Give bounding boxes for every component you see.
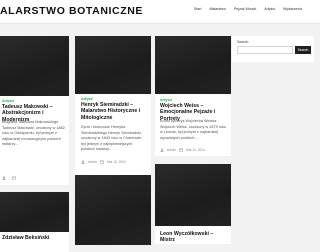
post-thumbnail[interactable] xyxy=(75,36,151,94)
site-title[interactable]: ALARSTWO BOTANICZNE xyxy=(0,5,143,17)
post-meta xyxy=(2,176,19,180)
post-thumbnail[interactable] xyxy=(75,175,151,245)
user-icon xyxy=(160,148,164,152)
site-header: ALARSTWO BOTANICZNE Start Malarstwo Pejz… xyxy=(0,0,320,24)
calendar-icon xyxy=(100,160,104,164)
main-nav: Start Malarstwo Pejzaż Morski Artyści Wy… xyxy=(194,7,302,11)
search-button[interactable]: Search xyxy=(295,46,311,54)
nav-item-start[interactable]: Start xyxy=(194,7,202,11)
post-title[interactable]: Zdzisław Beksiński xyxy=(2,235,66,241)
post-meta: Admin Mar 10, 2024 xyxy=(160,148,205,152)
user-icon xyxy=(81,160,85,164)
post-title[interactable]: Leon Wyczółkowski – Mistrz xyxy=(160,231,228,244)
post-excerpt: Biografia Tadeusza Makowskiego Tadeusz M… xyxy=(2,120,65,147)
nav-item-artysci[interactable]: Artyści xyxy=(264,7,275,11)
calendar-icon xyxy=(179,148,183,152)
search-label: Search xyxy=(237,40,249,44)
post-category[interactable]: Artyści xyxy=(81,97,93,101)
post-date: Mar 10, 2024 xyxy=(186,148,205,152)
user-icon xyxy=(2,176,6,180)
post-author[interactable]: Admin xyxy=(88,160,97,164)
post-card xyxy=(75,175,151,245)
search-input[interactable] xyxy=(237,46,293,54)
post-category[interactable]: Artyści xyxy=(160,98,172,102)
post-card: Zdzisław Beksiński xyxy=(0,192,69,252)
post-date: Mar 10, 2024 xyxy=(107,160,126,164)
post-card: Leon Wyczółkowski – Mistrz xyxy=(155,164,231,244)
sidebar-search-widget: Search Search xyxy=(232,36,314,62)
post-card: Artyści Wojciech Weiss – Emocjonalne Pej… xyxy=(155,36,231,156)
post-meta: Admin Mar 10, 2024 xyxy=(81,160,126,164)
post-title[interactable]: Henryk Siemiradzki – Malarstwo Historycz… xyxy=(81,102,147,121)
post-thumbnail[interactable] xyxy=(155,36,231,94)
post-card: Artyści Tadeusz Makowski – Abstrakcjoniz… xyxy=(0,36,69,185)
post-author[interactable]: Admin xyxy=(167,148,176,152)
post-excerpt: Życie i twórczość Henryka Siemiradzkiego… xyxy=(81,125,143,152)
post-excerpt: Krótki życiorys Wojciecha Weissa Wojciec… xyxy=(160,119,227,140)
nav-item-wydarzenia[interactable]: Wydarzenia xyxy=(283,7,302,11)
post-category[interactable]: Artyści xyxy=(2,99,14,103)
calendar-icon xyxy=(12,176,16,180)
nav-item-pejzaz-morski[interactable]: Pejzaż Morski xyxy=(234,7,256,11)
post-thumbnail[interactable] xyxy=(0,36,69,96)
post-card: Artyści Henryk Siemiradzki – Malarstwo H… xyxy=(75,36,151,185)
nav-item-malarstwo[interactable]: Malarstwo xyxy=(210,7,226,11)
post-thumbnail[interactable] xyxy=(0,192,69,232)
post-thumbnail[interactable] xyxy=(155,164,231,226)
